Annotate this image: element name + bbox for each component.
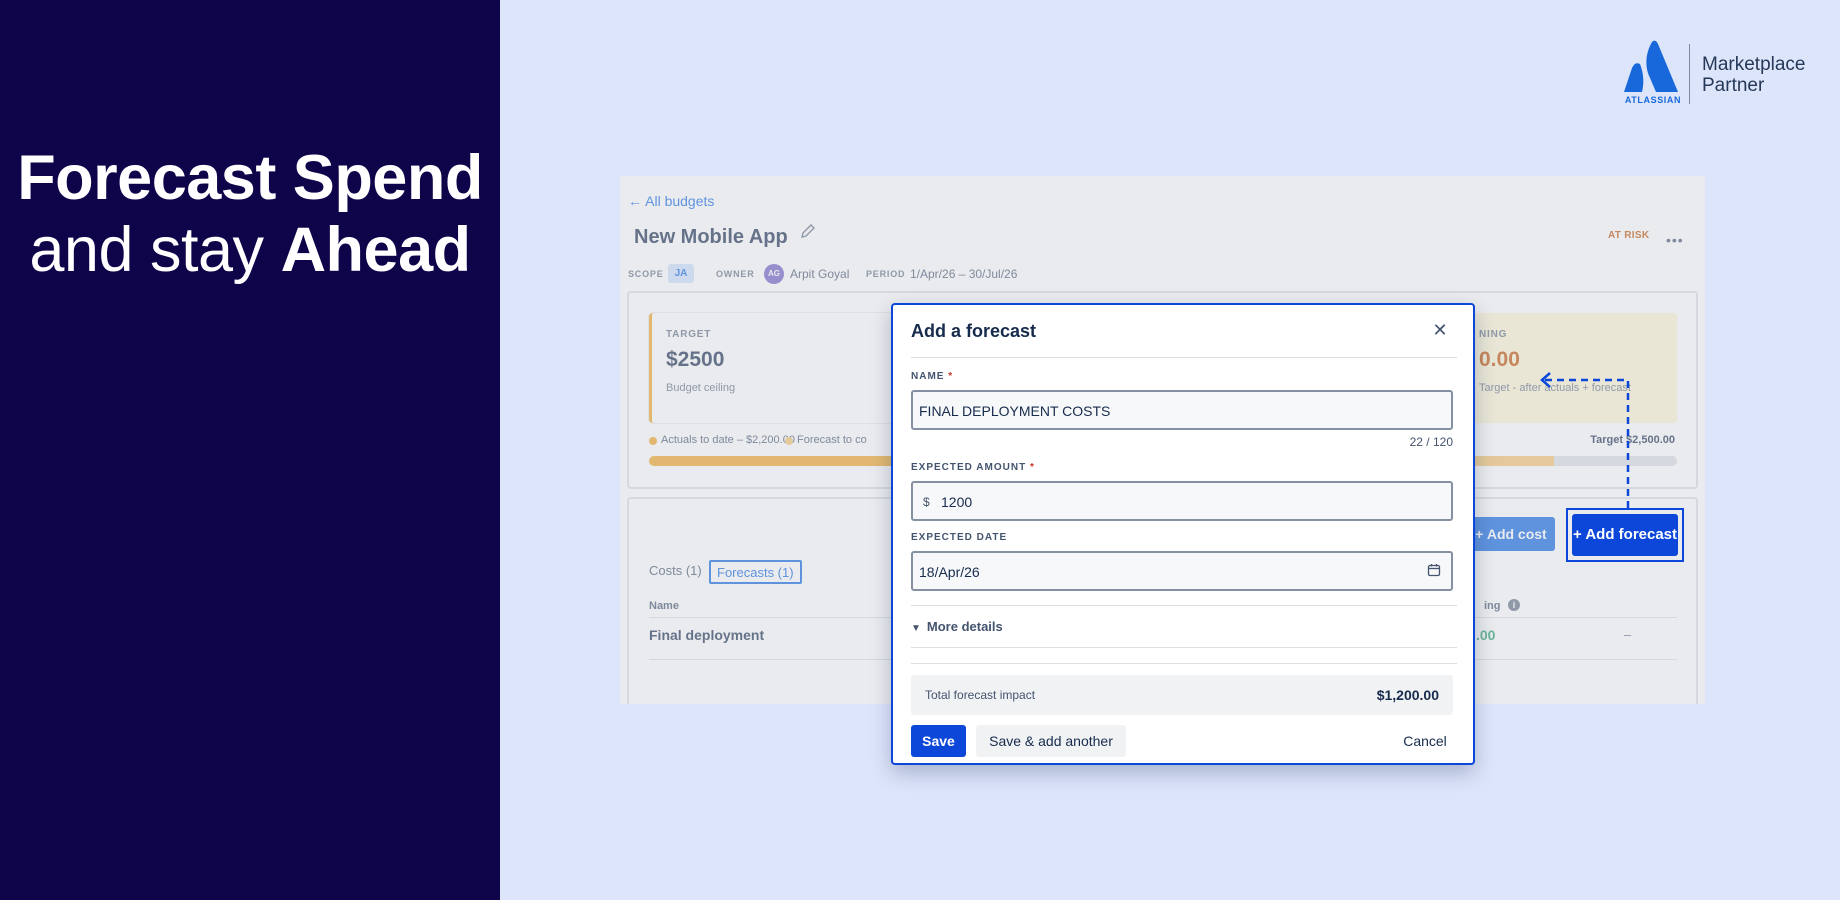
badge-text: Marketplace Partner	[1702, 54, 1806, 96]
target-value: $2500	[666, 348, 725, 371]
modal-title: Add a forecast	[911, 321, 1037, 341]
atlassian-wordmark: ATLASSIAN	[1624, 95, 1682, 105]
date-field-value: 18/Apr/26	[919, 564, 980, 580]
more-details-bottom-divider	[911, 647, 1457, 648]
amount-label: EXPECTED AMOUNT *	[911, 462, 1035, 473]
forecast-row-dash: –	[1624, 627, 1632, 642]
atlassian-logo-icon	[1624, 40, 1678, 92]
remaining-label: NING	[1479, 329, 1508, 340]
modal-header-divider	[911, 357, 1457, 358]
pencil-icon[interactable]	[800, 223, 816, 239]
target-label: TARGET	[666, 329, 712, 340]
remaining-value: 0.00	[1479, 348, 1520, 371]
owner-label: OWNER	[716, 269, 755, 279]
actuals-legend: Actuals to date – $2,200.00	[661, 434, 795, 446]
more-details-label: More details	[926, 619, 1003, 634]
remaining-tile: NING 0.00 Target - after actuals + forec…	[1467, 313, 1677, 423]
forecast-row-remaining: .00	[1476, 627, 1496, 643]
period-label: PERIOD	[866, 269, 906, 279]
column-header-name: Name	[649, 600, 679, 612]
more-options-icon[interactable]: •••	[1666, 232, 1684, 248]
hero-subheadline-bold: Ahead	[280, 215, 472, 285]
name-field[interactable]: FINAL DEPLOYMENT COSTS	[911, 390, 1453, 430]
add-cost-button[interactable]: + Add cost	[1467, 517, 1555, 551]
cancel-button[interactable]: Cancel	[1397, 725, 1453, 757]
add-forecast-modal: Add a forecast ✕ NAME * FINAL DEPLOYMENT…	[891, 303, 1475, 765]
name-field-value: FINAL DEPLOYMENT COSTS	[919, 403, 1111, 419]
name-label: NAME *	[911, 371, 953, 382]
scope-chip: JA	[668, 264, 694, 283]
info-icon[interactable]: i	[1508, 599, 1520, 611]
add-forecast-button[interactable]: + Add forecast	[1572, 514, 1678, 556]
avatar: AG	[764, 264, 784, 284]
save-button[interactable]: Save	[911, 725, 966, 757]
tab-costs[interactable]: Costs (1)	[643, 560, 708, 584]
target-legend: Target $2,500.00	[1590, 434, 1675, 446]
more-details-top-divider	[911, 605, 1457, 606]
forecast-row-name: Final deployment	[649, 627, 765, 643]
actuals-legend-dot	[649, 437, 657, 445]
hero-subheadline: and stay Ahead	[0, 214, 500, 286]
scope-label: SCOPE	[628, 269, 664, 279]
name-label-text: NAME	[911, 371, 945, 382]
column-header-remaining: ing	[1484, 600, 1501, 612]
marketplace-partner-badge: ATLASSIAN Marketplace Partner	[1622, 40, 1812, 106]
badge-text-line2: Partner	[1702, 75, 1765, 96]
all-budgets-link[interactable]: ← All budgets	[628, 193, 714, 209]
tab-forecasts[interactable]: Forecasts (1)	[709, 560, 802, 584]
required-mark: *	[1029, 462, 1035, 473]
status-badge: AT RISK	[1608, 230, 1650, 241]
amount-field[interactable]: $ 1200	[911, 481, 1453, 521]
char-count: 22 / 120	[1409, 435, 1453, 449]
owner-name: Arpit Goyal	[790, 267, 850, 281]
progress-actual-fill	[649, 456, 906, 466]
add-forecast-highlight: + Add forecast	[1566, 508, 1684, 562]
hero-panel: Forecast Spend and stay Ahead	[0, 0, 500, 900]
remaining-subtitle: Target - after actuals + forecast	[1479, 382, 1631, 394]
amount-field-value: 1200	[941, 494, 973, 510]
hero-subheadline-text: and stay	[29, 215, 281, 285]
required-mark: *	[948, 371, 954, 382]
impact-label: Total forecast impact	[925, 688, 1036, 702]
amount-label-text: EXPECTED AMOUNT	[911, 462, 1027, 473]
period-value: 1/Apr/26 – 30/Jul/26	[910, 267, 1018, 281]
save-and-add-another-button[interactable]: Save & add another	[976, 725, 1126, 757]
date-label: EXPECTED DATE	[911, 532, 1008, 543]
impact-value: $1,200.00	[1376, 687, 1439, 703]
forecast-legend: Forecast to co	[797, 434, 867, 446]
forecast-legend-dot	[785, 437, 793, 445]
page-title: New Mobile App	[634, 226, 788, 248]
more-details-toggle[interactable]: ▼ More details	[911, 619, 1003, 634]
budget-meta: SCOPE JA OWNER AG Arpit Goyal PERIOD 1/A…	[628, 264, 1328, 284]
target-subtitle: Budget ceiling	[666, 382, 736, 394]
caret-down-icon: ▼	[911, 623, 921, 634]
calendar-icon[interactable]	[1427, 563, 1441, 577]
close-icon[interactable]: ✕	[1429, 319, 1451, 341]
footer-divider	[911, 663, 1457, 664]
target-tile: TARGET $2500 Budget ceiling	[649, 313, 899, 423]
forecast-impact-summary: Total forecast impact $1,200.00	[911, 675, 1453, 715]
currency-symbol: $	[923, 495, 930, 509]
badge-text-line1: Marketplace	[1702, 54, 1806, 75]
date-field[interactable]: 18/Apr/26	[911, 551, 1453, 591]
badge-divider	[1689, 44, 1690, 104]
hero-headline: Forecast Spend	[17, 143, 483, 213]
